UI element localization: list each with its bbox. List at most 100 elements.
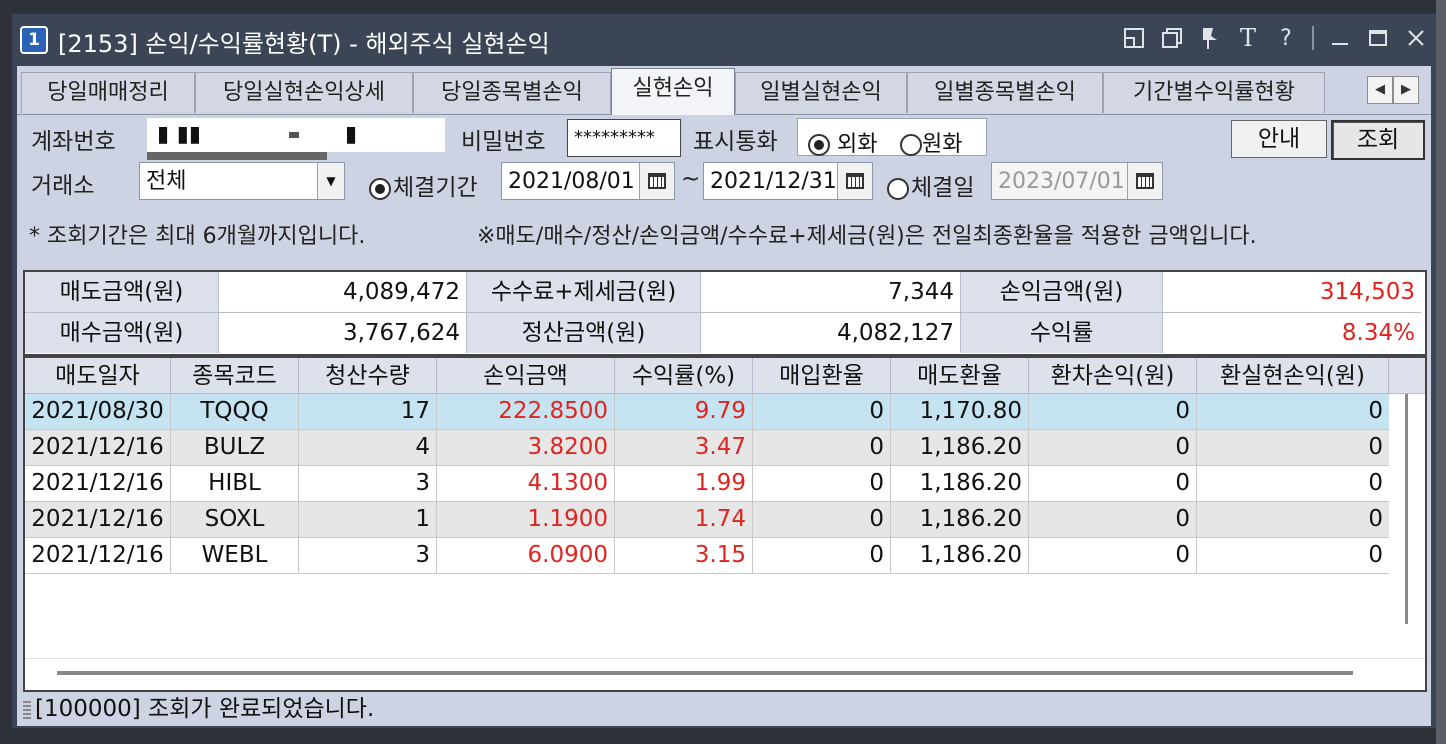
settle-amount-value: 4,082,127 <box>701 313 961 353</box>
tab-scroll-left-icon[interactable]: ◀ <box>1367 76 1393 104</box>
start-date-input[interactable]: 2021/08/01 <box>501 162 675 200</box>
status-message: [100000] 조회가 완료되었습니다. <box>35 696 375 722</box>
tab-realized-pl[interactable]: 실현손익 <box>611 68 735 115</box>
pin-icon[interactable] <box>1198 24 1222 52</box>
content-area: 당일매매정리 당일실현손익상세 당일종목별손익 실현손익 일별실현손익 일별종목… <box>17 66 1431 726</box>
tab-daily-stock-pl[interactable]: 일별종목별손익 <box>907 72 1103 113</box>
window-number-badge[interactable]: 1 <box>20 26 48 54</box>
sell-amount-label: 매도금액(원) <box>25 272 219 312</box>
exec-date-input[interactable]: 2023/07/01 <box>991 162 1163 200</box>
horizontal-scrollbar-thumb[interactable] <box>57 671 1353 675</box>
period-limit-note: * 조회기간은 최대 6개월까지입니다. <box>29 224 366 249</box>
chevron-down-icon[interactable]: ▼ <box>317 163 344 199</box>
pl-amount-value: 314,503 <box>1163 272 1421 312</box>
table-row[interactable]: 2021/12/16 WEBL 3 6.0900 3.15 0 1,186.20… <box>25 538 1389 574</box>
calendar-icon[interactable] <box>837 163 872 199</box>
column-header[interactable]: 매입환율 <box>753 358 891 394</box>
help-icon[interactable]: ? <box>1274 24 1298 52</box>
tab-daily-trade-summary[interactable]: 당일매매정리 <box>21 72 195 113</box>
column-header[interactable]: 환실현손익(원) <box>1197 358 1389 394</box>
tab-daily-realized[interactable]: 일별실현손익 <box>735 72 907 113</box>
column-header[interactable]: 청산수량 <box>299 358 437 394</box>
status-bar: [100000] 조회가 완료되었습니다. <box>17 692 1431 726</box>
fx-pl-cell: 0 <box>1029 502 1197 537</box>
column-header[interactable]: 매도일자 <box>25 358 171 394</box>
currency-won-label: 원화 <box>922 132 963 157</box>
column-header[interactable]: 수익률(%) <box>615 358 753 394</box>
buy-rate-cell: 0 <box>753 502 891 537</box>
period-label: 체결기간 <box>393 175 478 201</box>
guide-button[interactable]: 안내 <box>1231 120 1327 158</box>
minimize-icon[interactable] <box>1328 24 1352 52</box>
table-row[interactable]: 2021/12/16 HIBL 3 4.1300 1.99 0 1,186.20… <box>25 466 1389 502</box>
fx-realized-pl-cell: 0 <box>1368 542 1383 568</box>
end-date-value: 2021/12/31 <box>710 169 837 194</box>
close-icon[interactable] <box>1404 24 1428 52</box>
radio-checked-icon <box>808 134 830 156</box>
sell-date-cell: 2021/12/16 <box>25 466 171 501</box>
ticker-cell: WEBL <box>171 538 299 573</box>
settle-amount-label: 정산금액(원) <box>467 313 701 353</box>
background-window-edge <box>1436 0 1446 744</box>
sell-rate-cell: 1,186.20 <box>891 538 1029 573</box>
buy-rate-cell: 0 <box>753 466 891 501</box>
quantity-cell: 17 <box>299 394 437 429</box>
exec-date-label: 체결일 <box>911 175 975 201</box>
radio-unchecked-icon <box>887 178 909 200</box>
tab-daily-realized-detail[interactable]: 당일실현손익상세 <box>195 72 413 113</box>
table-row[interactable]: 2021/12/16 BULZ 4 3.8200 3.47 0 1,186.20… <box>25 430 1389 466</box>
return-rate-cell: 1.74 <box>615 502 753 537</box>
return-rate-value: 8.34% <box>1163 313 1421 353</box>
link-icon[interactable] <box>1122 24 1146 52</box>
exec-date-radio[interactable]: 체결일 <box>887 168 974 202</box>
maximize-icon[interactable] <box>1366 24 1390 52</box>
tab-scroll-right-icon[interactable]: ▶ <box>1393 76 1419 104</box>
period-radio[interactable]: 체결기간 <box>369 168 478 202</box>
copy-icon[interactable] <box>1160 24 1184 52</box>
window: 1 [2153] 손익/수익률현황(T) - 해외주식 실현손익 T ? 당일매… <box>12 14 1436 728</box>
return-rate-label: 수익률 <box>961 313 1163 353</box>
quantity-cell: 1 <box>299 502 437 537</box>
font-size-icon[interactable]: T <box>1236 24 1260 52</box>
exchange-select[interactable]: 전체 ▼ <box>139 162 345 200</box>
tab-period-return[interactable]: 기간별수익률현황 <box>1103 72 1325 113</box>
table-row[interactable]: 2021/08/30 TQQQ 17 222.8500 9.79 0 1,170… <box>25 394 1389 430</box>
column-header[interactable]: 손익금액 <box>437 358 615 394</box>
calendar-icon[interactable] <box>639 163 674 199</box>
title-bar[interactable]: 1 [2153] 손익/수익률현황(T) - 해외주식 실현손익 T ? <box>12 14 1436 64</box>
account-number-part2[interactable]: ▮ <box>309 118 445 152</box>
table-row[interactable]: 2021/12/16 SOXL 1 1.1900 1.74 0 1,186.20… <box>25 502 1389 538</box>
ticker-cell: SOXL <box>171 502 299 537</box>
return-rate-cell: 1.99 <box>615 466 753 501</box>
fx-realized-pl-cell: 0 <box>1368 470 1383 496</box>
return-rate-cell: 3.15 <box>615 538 753 573</box>
sell-rate-cell: 1,186.20 <box>891 430 1029 465</box>
calendar-icon[interactable] <box>1127 163 1162 199</box>
radio-checked-icon <box>369 178 391 200</box>
buy-rate-cell: 0 <box>753 538 891 573</box>
query-button[interactable]: 조회 <box>1331 120 1425 160</box>
exchange-label: 거래소 <box>31 173 95 199</box>
radio-unchecked-icon <box>900 134 922 156</box>
buy-amount-value: 3,767,624 <box>219 313 467 353</box>
exec-date-value: 2023/07/01 <box>998 169 1125 194</box>
fx-realized-pl-cell: 0 <box>1368 434 1383 460</box>
vertical-scrollbar[interactable] <box>1389 394 1425 658</box>
sell-amount-value: 4,089,472 <box>219 272 467 312</box>
currency-foreign-radio[interactable]: 외화 <box>808 126 877 158</box>
fx-pl-cell: 0 <box>1029 430 1197 465</box>
tab-daily-by-stock[interactable]: 당일종목별손익 <box>413 72 611 113</box>
column-header[interactable]: 환차손익(원) <box>1029 358 1197 394</box>
end-date-input[interactable]: 2021/12/31 <box>703 162 873 200</box>
currency-won-radio[interactable]: 원화 <box>900 126 962 158</box>
account-label: 계좌번호 <box>31 129 116 155</box>
horizontal-scrollbar[interactable] <box>25 658 1425 689</box>
fx-realized-pl-cell: 0 <box>1368 506 1383 532</box>
column-header[interactable]: 매도환율 <box>891 358 1029 394</box>
sell-date-cell: 2021/12/16 <box>25 430 171 465</box>
start-date-value: 2021/08/01 <box>508 169 635 194</box>
password-input[interactable]: ********* <box>567 119 681 157</box>
column-header[interactable]: 종목코드 <box>171 358 299 394</box>
vertical-scrollbar-thumb[interactable] <box>1405 394 1408 624</box>
account-number-part1[interactable]: ▮ ▮▮ <box>147 118 309 152</box>
